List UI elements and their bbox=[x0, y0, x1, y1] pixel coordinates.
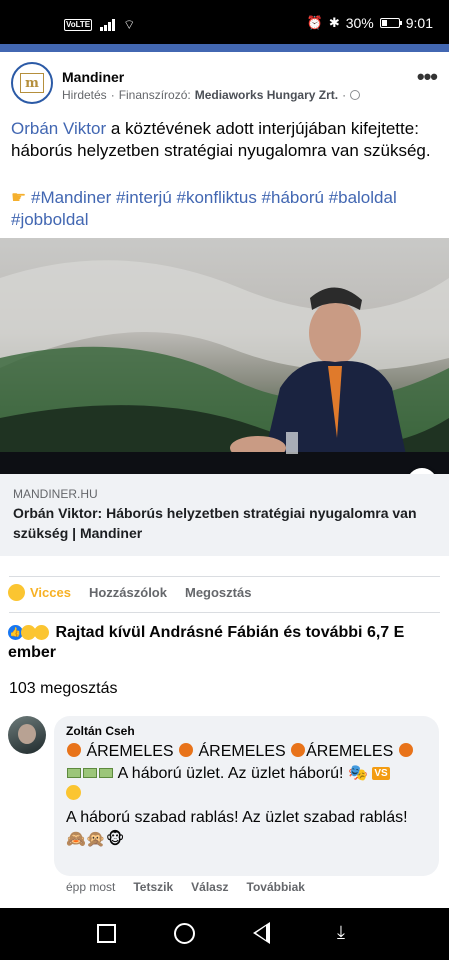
commenter-avatar[interactable] bbox=[8, 716, 46, 754]
comment-like-button[interactable]: Tetszik bbox=[133, 880, 173, 894]
mention-link[interactable]: Orbán Viktor bbox=[11, 119, 106, 138]
reactions-summary[interactable]: 👍 Rajtad kívül Andrásné Fábián és tovább… bbox=[8, 623, 448, 663]
mandiner-logo: m bbox=[20, 73, 44, 93]
haha-emoji-icon bbox=[8, 584, 25, 601]
divider bbox=[9, 612, 440, 613]
back-icon[interactable] bbox=[253, 922, 270, 944]
notification-pull-icon[interactable]: ⤓ bbox=[331, 922, 351, 944]
separator-dot: · bbox=[110, 88, 115, 102]
comment-word: ÁREMELES bbox=[86, 743, 174, 760]
smile-emoji-icon bbox=[66, 785, 81, 800]
react-label: Vicces bbox=[30, 585, 71, 600]
reactions-text: Rajtad kívül Andrásné Fábián és további … bbox=[8, 624, 405, 661]
post-actions: Vicces Hozzászólok Megosztás bbox=[8, 584, 251, 601]
funder-name[interactable]: Mediaworks Hungary Zrt. bbox=[195, 88, 338, 102]
pumpkin-emoji-icon bbox=[398, 743, 413, 757]
vs-badge: VS bbox=[372, 767, 390, 780]
bluetooth-icon: ✱ bbox=[328, 15, 340, 30]
theater-emoji-icon: 🎭 bbox=[347, 765, 368, 782]
funded-by-label: Finanszírozó: bbox=[118, 88, 191, 102]
monkey-emoji-icons: 🙈🙊🐵 bbox=[66, 831, 125, 848]
comment-more-button[interactable]: Továbbiak bbox=[247, 880, 305, 894]
wow-reaction-icon bbox=[34, 625, 49, 641]
globe-icon bbox=[350, 90, 361, 100]
comment-reply-button[interactable]: Válasz bbox=[191, 880, 228, 894]
comment-word: ÁREMELES bbox=[306, 743, 394, 760]
link-title[interactable]: Orbán Viktor: Háborús helyzetben stratég… bbox=[13, 503, 433, 543]
app-top-strip bbox=[0, 44, 449, 52]
post-image[interactable]: i bbox=[0, 238, 449, 474]
link-preview[interactable]: MANDINER.HU Orbán Viktor: Háborús helyze… bbox=[0, 474, 449, 556]
page-avatar[interactable]: m bbox=[11, 62, 53, 104]
comment-line-3: A háború szabad rablás! Az üzlet szabad … bbox=[66, 809, 408, 826]
status-right: ⏰ ✱ 30% 9:01 bbox=[307, 15, 433, 31]
wifi-icon: ⌔ bbox=[123, 17, 136, 32]
comment-word: ÁREMELES bbox=[198, 743, 286, 760]
clock: 9:01 bbox=[405, 15, 433, 31]
post-header: m Mandiner Hirdetés · Finanszírozó: Medi… bbox=[0, 52, 449, 114]
page-name[interactable]: Mandiner bbox=[62, 69, 124, 85]
separator-dot: · bbox=[342, 88, 347, 102]
money-emoji-icon bbox=[83, 768, 97, 778]
battery-percent: 30% bbox=[345, 15, 374, 31]
more-options-icon[interactable]: ••• bbox=[417, 64, 438, 90]
battery-icon bbox=[379, 18, 402, 28]
divider bbox=[9, 576, 440, 577]
comment-button[interactable]: Hozzászólok bbox=[89, 585, 167, 600]
link-domain: MANDINER.HU bbox=[13, 487, 98, 501]
hashtag-list[interactable]: #Mandiner #interjú #konfliktus #háború #… bbox=[11, 188, 397, 229]
alarm-icon: ⏰ bbox=[306, 15, 323, 30]
money-emoji-icon bbox=[67, 768, 81, 778]
comment-line-2: A háború üzlet. Az üzlet háború! bbox=[117, 765, 344, 782]
comment-time: épp most bbox=[66, 880, 116, 894]
sponsored-label: Hirdetés bbox=[62, 88, 107, 102]
volte-icon: VoLTE bbox=[64, 19, 93, 31]
recent-apps-icon[interactable] bbox=[97, 924, 116, 943]
reaction-icons: 👍 bbox=[8, 625, 49, 641]
comment-author[interactable]: Zoltán Cseh bbox=[66, 724, 135, 738]
pumpkin-emoji-icon bbox=[67, 743, 81, 757]
pumpkin-emoji-icon bbox=[291, 743, 306, 757]
react-button[interactable]: Vicces bbox=[8, 584, 71, 601]
status-bar: VoLTE ⌔ ⏰ ✱ 30% 9:01 bbox=[0, 0, 449, 44]
pumpkin-emoji-icon bbox=[179, 743, 194, 757]
sponsor-line: Hirdetés · Finanszírozó: Mediaworks Hung… bbox=[62, 88, 361, 102]
interview-photo bbox=[0, 260, 449, 474]
post-text: Orbán Viktor a köztévének adott interjúj… bbox=[11, 118, 441, 162]
signal-icon bbox=[100, 19, 116, 31]
pointing-hand-icon: ☛ bbox=[11, 188, 27, 207]
share-count[interactable]: 103 megosztás bbox=[9, 680, 118, 698]
system-nav-bar: ⤓ bbox=[0, 908, 449, 960]
comment-actions: épp most Tetszik Válasz Továbbiak bbox=[66, 880, 305, 894]
comment-text: ÁREMELES ÁREMELES ÁREMELES A háború üzle… bbox=[66, 741, 431, 851]
share-button[interactable]: Megosztás bbox=[185, 585, 251, 600]
comment-bubble: Zoltán Cseh ÁREMELES ÁREMELES ÁREMELES A… bbox=[54, 716, 439, 876]
money-emoji-icon bbox=[99, 768, 113, 778]
hashtags[interactable]: ☛ #Mandiner #interjú #konfliktus #háború… bbox=[11, 187, 441, 231]
home-icon[interactable] bbox=[174, 923, 195, 944]
status-left: VoLTE ⌔ bbox=[64, 17, 135, 33]
